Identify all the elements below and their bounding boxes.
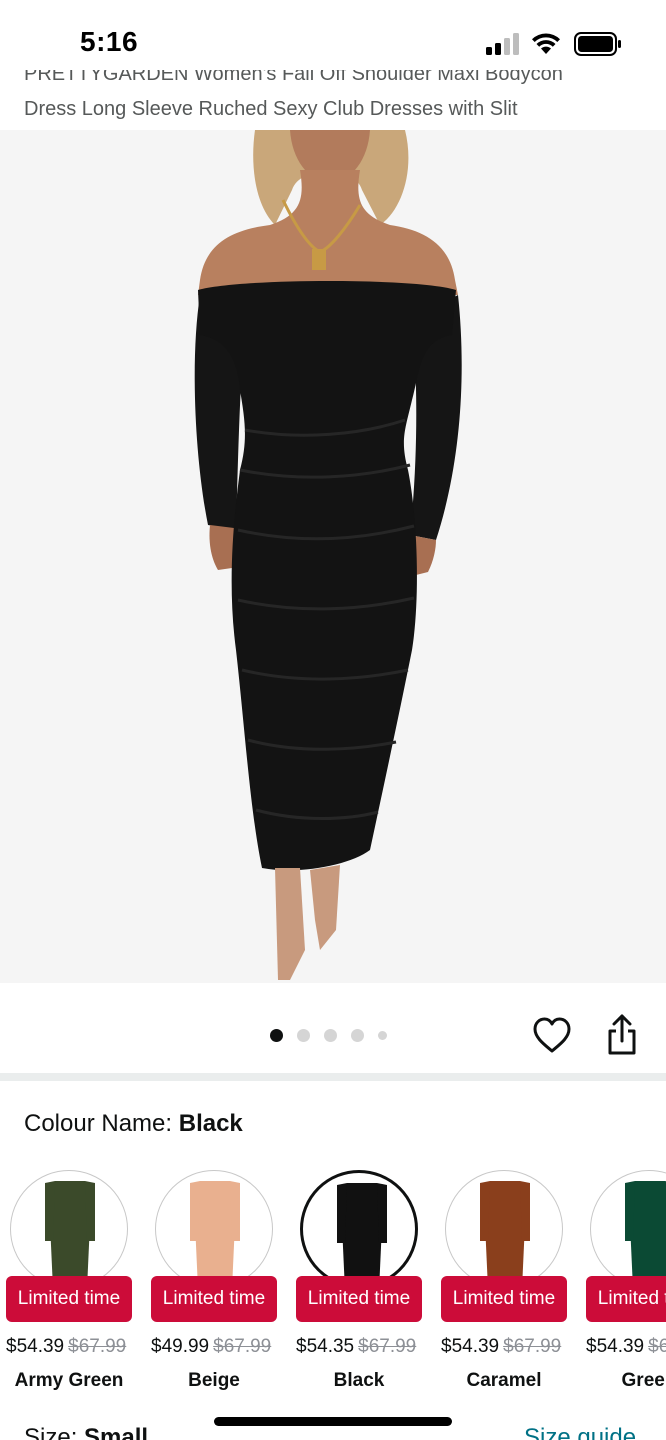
size-label-text: Size: — [24, 1424, 85, 1440]
swatch-thumbnail — [300, 1170, 418, 1288]
swatch-thumbnail — [590, 1170, 666, 1288]
swatch-green[interactable]: Limited time $54.39$67.99 Green — [586, 1168, 666, 1398]
selected-colour: Black — [178, 1110, 243, 1137]
colour-label-text: Colour Name: — [24, 1110, 179, 1137]
current-price: $49.99 — [151, 1336, 210, 1357]
status-bar: 5:16 — [0, 0, 666, 70]
swatch-name: Army Green — [14, 1370, 124, 1391]
image-carousel-controls — [0, 983, 666, 1073]
swatch-thumbnail — [155, 1170, 273, 1288]
colour-swatch-list: Limited time $54.39 $67.99 Army Green Lim… — [0, 1168, 666, 1398]
carousel-dot-5[interactable] — [378, 1030, 387, 1040]
current-price: $54.35 — [296, 1336, 355, 1357]
deal-badge: Limited time — [151, 1276, 277, 1322]
cellular-signal-icon — [486, 33, 519, 55]
swatch-name: Green — [621, 1370, 666, 1391]
deal-badge: Limited time — [6, 1276, 132, 1322]
share-icon[interactable] — [602, 1013, 642, 1057]
swatch-name: Black — [333, 1370, 385, 1391]
product-title[interactable]: PRETTYGARDEN Women's Fall Off Shoulder M… — [0, 70, 666, 130]
swatch-price: $54.39$67.99 — [586, 1336, 666, 1358]
status-time: 5:16 — [80, 26, 139, 57]
product-title-line-1: PRETTYGARDEN Women's Fall Off Shoulder M… — [24, 70, 563, 85]
swatch-price: $54.39$67.99 — [6, 1336, 126, 1358]
size-guide-link[interactable]: Size guide — [524, 1424, 636, 1440]
old-price: $67.99 — [503, 1336, 562, 1357]
product-image[interactable] — [0, 130, 666, 983]
current-price: $54.39 — [6, 1336, 65, 1357]
deal-badge: Limited time — [441, 1276, 567, 1322]
swatch-price: $54.35 $67.99 — [296, 1336, 416, 1358]
swatch-caramel[interactable]: Limited time $54.39 $67.99 Caramel — [441, 1168, 569, 1398]
section-divider — [0, 1073, 666, 1081]
selected-size: Small — [84, 1424, 149, 1440]
current-price: $54.39 — [441, 1336, 500, 1357]
wifi-icon — [532, 33, 560, 54]
swatch-name: Beige — [188, 1370, 240, 1391]
product-photo — [194, 130, 462, 980]
swatch-thumbnail — [10, 1170, 128, 1288]
dress-thumbnail-green — [625, 1181, 666, 1287]
deal-badge: Limited time — [586, 1276, 666, 1322]
dress-thumbnail-black — [337, 1183, 387, 1285]
swatch-price: $54.39$67.99 — [441, 1336, 561, 1358]
old-price: $67.99 — [213, 1336, 272, 1357]
dress-thumbnail-army-green — [45, 1181, 95, 1287]
size-label: Size: Small — [24, 1424, 148, 1440]
dress-thumbnail-caramel — [480, 1181, 530, 1287]
carousel-dot-2[interactable] — [297, 1028, 310, 1042]
carousel-dot-1[interactable] — [270, 1028, 283, 1042]
old-price: $67.99 — [358, 1336, 417, 1357]
swatch-name: Caramel — [466, 1370, 542, 1391]
swatch-black[interactable]: Limited time $54.35 $67.99 Black — [296, 1168, 424, 1398]
home-indicator[interactable] — [214, 1417, 452, 1426]
old-price: $67.99 — [648, 1336, 666, 1357]
swatch-thumbnail — [445, 1170, 563, 1288]
swatch-price: $49.99 $67.99 — [151, 1336, 271, 1358]
deal-badge: Limited time — [296, 1276, 422, 1322]
heart-icon[interactable] — [532, 1016, 572, 1056]
battery-icon — [574, 32, 621, 56]
carousel-dot-4[interactable] — [351, 1028, 364, 1042]
carousel-dot-3[interactable] — [324, 1028, 337, 1042]
swatch-beige[interactable]: Limited time $49.99 $67.99 Beige — [151, 1168, 279, 1398]
dress-thumbnail-beige — [190, 1181, 240, 1287]
carousel-dots[interactable] — [270, 1027, 387, 1043]
product-title-line-2: Dress Long Sleeve Ruched Sexy Club Dress… — [24, 98, 518, 120]
swatch-army-green[interactable]: Limited time $54.39 $67.99 Army Green — [6, 1168, 134, 1398]
current-price: $54.39 — [586, 1336, 645, 1357]
colour-name-label: Colour Name: Black — [24, 1110, 243, 1138]
old-price: $67.99 — [68, 1336, 127, 1357]
